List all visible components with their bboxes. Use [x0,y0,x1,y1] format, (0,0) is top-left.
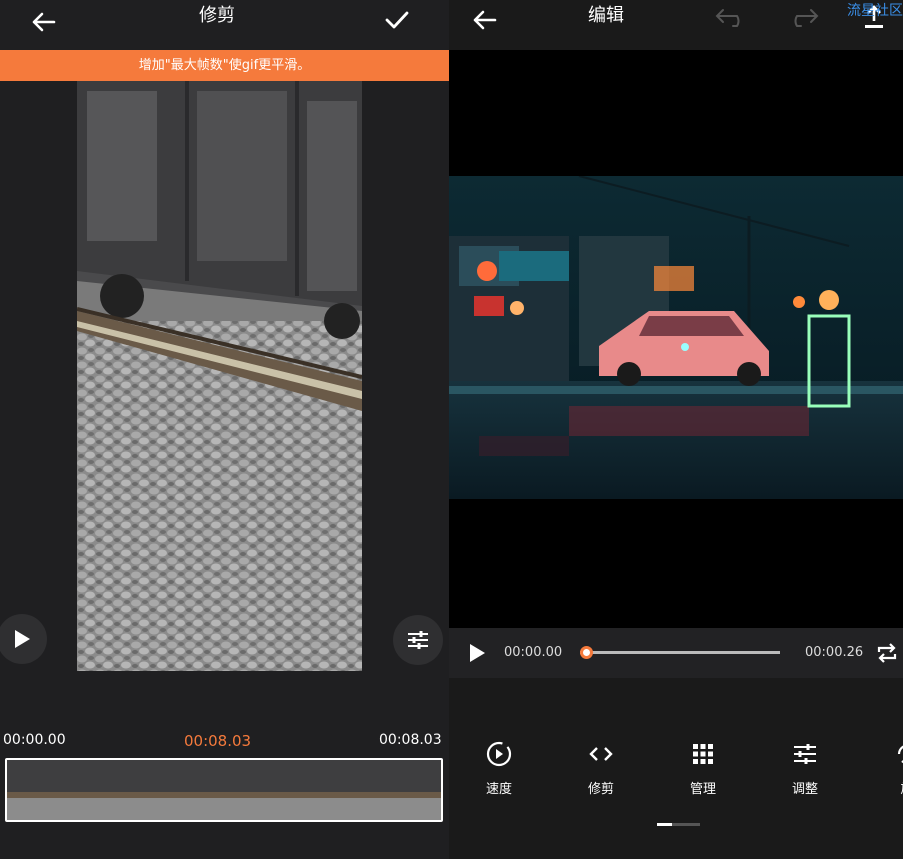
play-button[interactable] [0,614,47,664]
loop-icon [877,643,897,663]
back-arrow-icon [473,10,497,30]
trim-start-time: 00:00.00 [3,732,66,748]
trim-video-preview[interactable] [77,81,362,671]
edit-screen: 编辑 流星社区 00:00.00 00:00.26 速度 修剪 管理 调整 [449,0,903,859]
player-controls: 00:00.00 00:00.26 [449,628,903,678]
speed-icon [486,741,512,767]
back-button[interactable] [26,5,60,39]
adjust-button[interactable] [393,615,443,665]
tool-rotate[interactable]: 旋 [877,740,903,797]
checkmark-icon [385,11,409,29]
back-arrow-icon [32,12,56,32]
tool-adjust[interactable]: 调整 [775,740,835,797]
watermark: 流星社区 [847,3,903,19]
trim-current-time: 00:08.03 [184,732,252,750]
frame-thumb [232,760,277,820]
frame-strip[interactable] [5,758,443,822]
tool-label: 速度 [485,782,512,797]
seek-track[interactable] [580,646,780,659]
confirm-button[interactable] [380,3,414,37]
tip-banner: 增加"最大帧数"使gif更平滑。 [0,50,449,81]
page-title: 修剪 [199,5,235,26]
trim-end-time: 00:08.03 [379,732,442,748]
play-icon [15,630,30,648]
frame-thumb [52,760,97,820]
adjust-sliders-icon [408,631,428,649]
play-icon [470,644,485,662]
tool-label: 修剪 [587,782,614,797]
page-indicator [672,823,700,826]
tool-bar: 速度 修剪 管理 调整 旋 [449,740,903,800]
tool-speed[interactable]: 速度 [469,740,529,797]
total-time: 00:00.26 [805,645,864,660]
adjust-sliders-icon [794,744,816,764]
tool-trim[interactable]: 修剪 [571,740,631,797]
tool-label: 调整 [791,782,818,797]
page-title: 编辑 [588,5,624,26]
tool-manage[interactable]: 管理 [673,740,733,797]
play-button[interactable] [464,640,490,666]
frame-thumb [403,760,441,820]
frame-thumb [322,760,367,820]
preview-image [449,176,903,499]
frame-thumb [97,760,142,820]
undo-icon [715,9,740,27]
rotate-icon [897,745,903,764]
back-button[interactable] [467,3,501,37]
undo-button[interactable] [714,2,750,32]
redo-button[interactable] [784,2,820,32]
trim-screen: 修剪 增加"最大帧数"使gif更平滑。 00:00.00 00:08.03 00… [0,0,449,859]
seek-thumb[interactable] [580,646,593,659]
frame-thumb [7,760,52,820]
trim-top-bar: 修剪 [0,0,449,50]
code-brackets-icon [589,747,613,761]
edit-top-bar: 编辑 流星社区 [449,0,903,50]
frame-thumb [142,760,187,820]
page-indicator-active [657,823,672,826]
grid-icon [693,744,713,764]
video-preview[interactable] [449,50,903,628]
train-track-image [77,81,362,671]
current-time: 00:00.00 [504,645,563,660]
tool-label: 管理 [689,782,716,797]
frame-thumb [277,760,322,820]
loop-button[interactable] [874,640,900,666]
frame-thumb [187,760,232,820]
redo-icon [794,9,819,27]
neon-car-image [449,176,903,499]
